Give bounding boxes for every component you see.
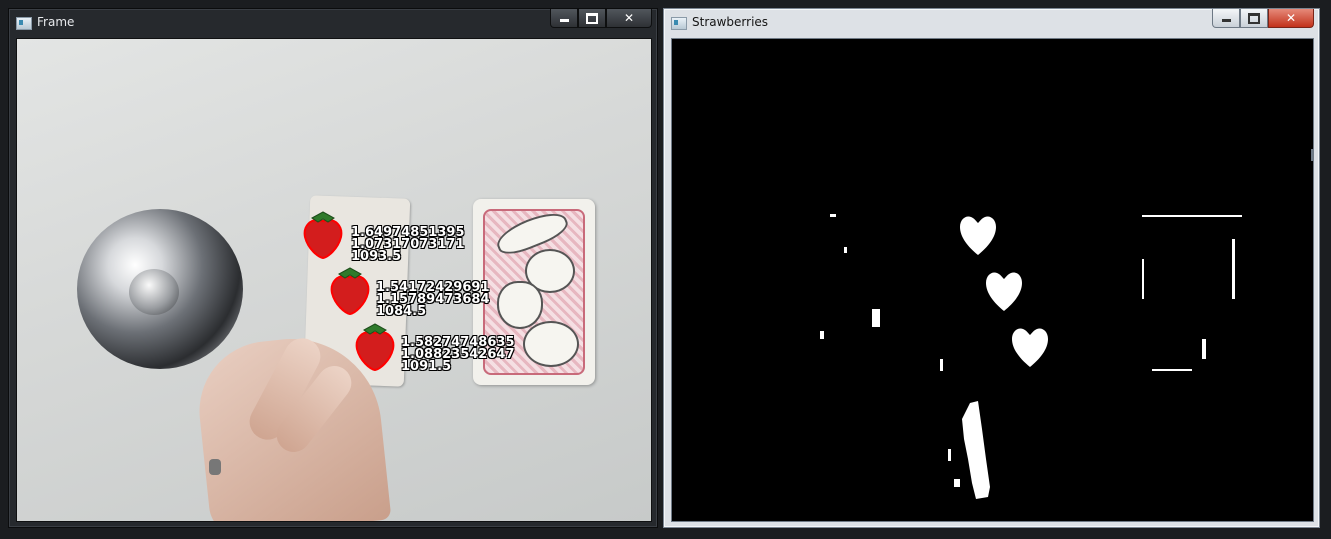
mask-blob bbox=[960, 216, 996, 255]
window-controls: ✕ bbox=[550, 9, 652, 29]
minimize-button[interactable] bbox=[550, 9, 578, 28]
close-icon: ✕ bbox=[1285, 11, 1297, 25]
lemon-drawing bbox=[523, 321, 579, 367]
mask-noise bbox=[1142, 215, 1242, 217]
detection-readout: 1.54172429691 1.15789473684 1084.5 bbox=[376, 281, 489, 319]
strawberries-window: Strawberries ✕ bbox=[663, 8, 1320, 528]
minimize-icon bbox=[1221, 19, 1231, 22]
close-button[interactable]: ✕ bbox=[1268, 9, 1314, 28]
window-controls: ✕ bbox=[1212, 9, 1314, 29]
strawberry-drawing bbox=[497, 281, 543, 329]
maximize-icon bbox=[1248, 12, 1260, 24]
frame-window: Frame ✕ 1.64974851395 1.07317073171 1093… bbox=[8, 8, 658, 528]
strawberry-detection-icon bbox=[330, 267, 370, 315]
camera-frame-view: 1.64974851395 1.07317073171 1093.5 1.541… bbox=[16, 38, 652, 522]
window-title: Strawberries bbox=[692, 15, 769, 29]
scroll-marker bbox=[1311, 149, 1313, 161]
detection-readout: 1.64974851395 1.07317073171 1093.5 bbox=[351, 226, 464, 264]
ring bbox=[209, 459, 221, 475]
bell-knob bbox=[129, 269, 179, 315]
mask-blob-hand bbox=[948, 401, 990, 499]
mask-noise bbox=[830, 214, 836, 217]
readout-line: 1091.5 bbox=[401, 359, 452, 374]
frame-titlebar[interactable]: Frame ✕ bbox=[9, 9, 657, 37]
minimize-button[interactable] bbox=[1212, 9, 1240, 28]
mask-blob bbox=[986, 272, 1022, 311]
close-button[interactable]: ✕ bbox=[606, 9, 652, 28]
mask-noise bbox=[1202, 339, 1206, 359]
app-icon bbox=[16, 17, 32, 30]
readout-line: 1084.5 bbox=[376, 304, 427, 319]
mask-noise bbox=[1152, 369, 1192, 371]
detection-readout: 1.58274748635 1.08823542647 1091.5 bbox=[401, 336, 514, 374]
strawberry-detection-icon bbox=[303, 211, 343, 259]
mask-noise bbox=[872, 309, 880, 327]
mask-noise bbox=[1142, 259, 1144, 299]
minimize-icon bbox=[559, 19, 569, 22]
mask-noise bbox=[844, 247, 847, 253]
window-title: Frame bbox=[37, 15, 75, 29]
mask-view bbox=[671, 38, 1314, 522]
app-icon bbox=[671, 17, 687, 30]
mask-noise bbox=[820, 331, 824, 339]
maximize-button[interactable] bbox=[1240, 9, 1268, 28]
maximize-button[interactable] bbox=[578, 9, 606, 28]
readout-line: 1093.5 bbox=[351, 249, 402, 264]
strawberries-titlebar[interactable]: Strawberries ✕ bbox=[664, 9, 1319, 37]
strawberry-detection-icon bbox=[355, 323, 395, 371]
mask-noise bbox=[940, 359, 943, 371]
mask-blob bbox=[1012, 328, 1048, 367]
maximize-icon bbox=[586, 12, 598, 24]
close-icon: ✕ bbox=[623, 11, 635, 25]
mask-noise bbox=[1232, 239, 1235, 299]
